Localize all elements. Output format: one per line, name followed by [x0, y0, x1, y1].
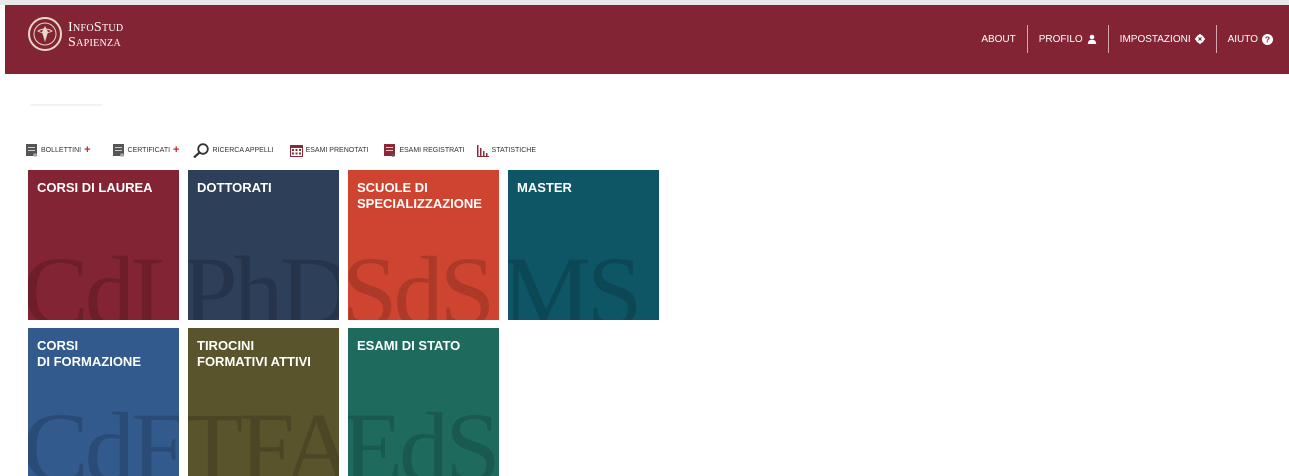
tile-dottorati[interactable]: DOTTORATI PhD [188, 170, 339, 320]
tile-corsi-di-laurea[interactable]: CORSI DI LAUREA CdL [28, 170, 179, 320]
tile-esami-di-stato-title: ESAMI DI STATO [357, 338, 461, 353]
gear-icon [1194, 34, 1205, 44]
app-header: InfoStud Sapienza ABOUT PROFILO IMPOSTAZ… [5, 5, 1289, 74]
nav-impostazioni-label: IMPOSTAZIONI [1119, 33, 1191, 45]
tile-scuole-di-specializzazione[interactable]: SCUOLE DI SPECIALIZZAZIONE SdS [348, 170, 499, 320]
tile-tirocini-formativi-attivi-title: TIROCINI FORMATIVI ATTIVI [197, 338, 311, 369]
tile-scuole-di-specializzazione-watermark: SdS [348, 236, 495, 321]
top-navigation: ABOUT PROFILO IMPOSTAZIONI AIUTO ? [970, 25, 1284, 53]
tile-master[interactable]: MASTER MS [508, 170, 659, 320]
nav-separator [1107, 25, 1109, 53]
tile-master-title: MASTER [517, 180, 572, 195]
help-circle-icon: ? [1262, 33, 1273, 45]
nav-profilo-label: PROFILO [1038, 33, 1083, 45]
brand-line-1: InfoStud [68, 20, 124, 35]
nav-about[interactable]: ABOUT [970, 25, 1026, 53]
nav-profilo[interactable]: PROFILO [1028, 25, 1108, 53]
tile-corsi-di-formazione-title: CORSI DI FORMAZIONE [37, 338, 141, 369]
tile-master-watermark: MS [508, 236, 643, 321]
search-icon [193, 142, 210, 158]
tile-corsi-di-laurea-title: CORSI DI LAUREA [37, 180, 153, 195]
breadcrumb-placeholder [30, 104, 102, 106]
tile-scuole-di-specializzazione-title: SCUOLE DI SPECIALIZZAZIONE [357, 180, 482, 211]
tile-corsi-di-formazione-watermark: CdF [28, 392, 179, 476]
nav-impostazioni[interactable]: IMPOSTAZIONI [1109, 25, 1216, 53]
document-icon [26, 143, 37, 157]
document-red-icon [384, 143, 396, 157]
nav-separator [1026, 25, 1028, 53]
add-certificato-plus-icon[interactable]: + [173, 144, 179, 156]
toolbar-bollettini[interactable]: BOLLETTINI + [26, 143, 91, 157]
toolbar-esami-registrati[interactable]: ESAMI REGISTRATI [384, 143, 465, 157]
tile-esami-di-stato[interactable]: ESAMI DI STATO EdS [348, 328, 499, 476]
toolbar-bollettini-label: BOLLETTINI [41, 146, 82, 154]
toolbar-esami-registrati-label: ESAMI REGISTRATI [399, 146, 465, 154]
toolbar-esami-prenotati-label: ESAMI PRENOTATI [305, 146, 369, 154]
toolbar-ricerca-appelli[interactable]: RICERCA APPELLI [193, 142, 274, 158]
toolbar-statistiche[interactable]: STATISTICHE [476, 144, 537, 157]
tile-dottorati-title: DOTTORATI [197, 180, 272, 195]
calendar-icon [289, 144, 303, 157]
document-icon [112, 143, 124, 157]
tile-corsi-di-laurea-watermark: CdL [28, 236, 179, 321]
svg-text:?: ? [1265, 34, 1270, 44]
bar-chart-icon [476, 144, 489, 157]
tile-tirocini-formativi-attivi[interactable]: TIROCINI FORMATIVI ATTIVI TFA [188, 328, 339, 476]
brand-name[interactable]: InfoStud Sapienza [68, 20, 123, 50]
nav-about-label: ABOUT [981, 33, 1016, 45]
tile-esami-di-stato-watermark: EdS [348, 392, 499, 476]
nav-separator [1215, 25, 1217, 53]
nav-aiuto[interactable]: AIUTO ? [1217, 25, 1284, 53]
tile-corsi-di-formazione[interactable]: CORSI DI FORMAZIONE CdF [28, 328, 179, 476]
brand-line-2: Sapienza [68, 35, 121, 50]
toolbar-certificati[interactable]: CERTIFICATI + [112, 143, 179, 157]
toolbar-statistiche-label: STATISTICHE [491, 146, 537, 154]
nav-aiuto-label: AIUTO [1227, 33, 1258, 45]
toolbar-ricerca-appelli-label: RICERCA APPELLI [212, 146, 274, 154]
tile-tirocini-formativi-attivi-watermark: TFA [188, 392, 339, 476]
user-icon [1087, 34, 1096, 44]
quick-actions-toolbar: BOLLETTINI + CERTIFICATI + RICERCA APPEL… [26, 137, 550, 163]
toolbar-certificati-label: CERTIFICATI [127, 146, 171, 154]
add-bollettino-plus-icon[interactable]: + [84, 144, 90, 156]
tile-dottorati-watermark: PhD [188, 236, 339, 321]
toolbar-esami-prenotati[interactable]: ESAMI PRENOTATI [289, 144, 369, 157]
sapienza-seal-logo[interactable] [28, 17, 62, 51]
